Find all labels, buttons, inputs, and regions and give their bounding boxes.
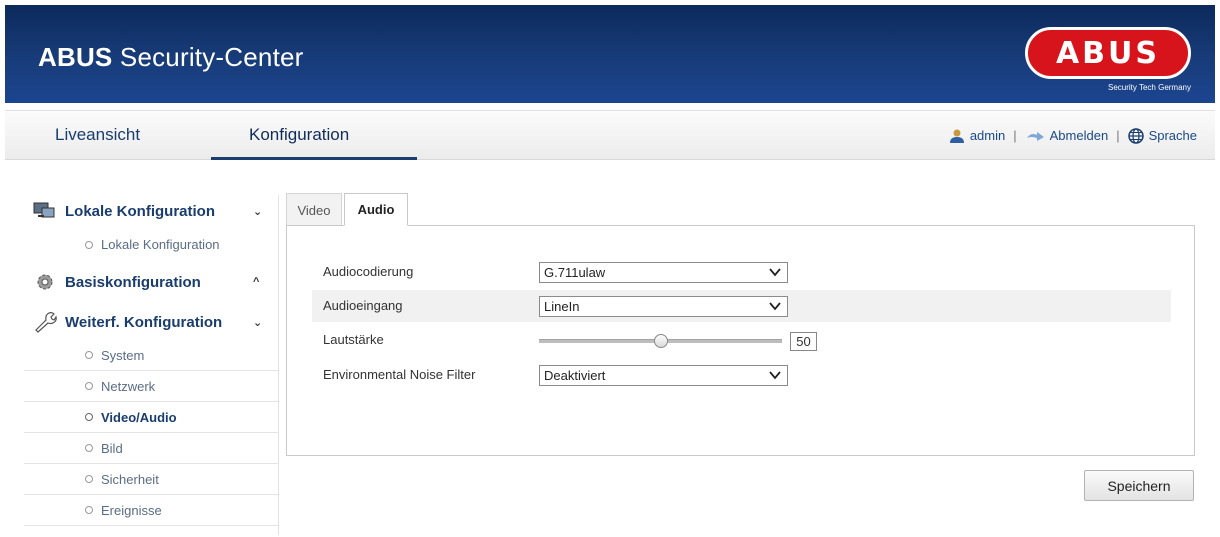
bullet-icon [85,382,93,390]
user-name: admin [969,128,1006,143]
audio-encoding-select[interactable]: G.711ulaw [539,262,788,283]
audio-input-select[interactable]: LineIn [539,296,788,317]
chevron-down-icon: ⌄ [253,316,263,329]
audio-input-label: Audioeingang [323,298,403,313]
chevron-down-icon [769,302,781,311]
user-link[interactable]: admin [949,128,1005,143]
globe-icon [1127,127,1144,144]
language-link[interactable]: Sprache [1127,127,1197,144]
logo-subtitle: Security Tech Germany [1108,83,1191,92]
wrench-icon [35,312,57,333]
bullet-icon [85,351,93,359]
logout-link[interactable]: Abmelden [1025,128,1109,143]
language-label: Sprache [1148,128,1197,143]
volume-slider-handle[interactable] [653,334,668,348]
sidebar-divider [278,195,279,535]
sidebar-item-label: Ereignisse [101,502,162,518]
volume-row: Lautstärke 50 [312,324,1171,356]
sidebar-item-label: Lokale Konfiguration [101,237,220,252]
noise-filter-row: Environmental Noise Filter Deaktiviert [312,359,1171,391]
sidebar-item-sicherheit[interactable]: Sicherheit [24,464,278,495]
sidebar-item-label: System [101,347,145,363]
sidebar-section-basiskonfiguration[interactable]: Basiskonfiguration ^ [24,272,274,292]
sidebar-section-lokale-konfiguration[interactable]: Lokale Konfiguration ⌄ [24,201,274,221]
app-title: ABUS Security-Center [38,42,304,72]
noise-filter-value: Deaktiviert [544,368,606,383]
audio-encoding-label: Audiocodierung [323,264,414,279]
tab-liveansicht[interactable]: Liveansicht [55,111,140,160]
user-menu: admin | Abmelden | Sprache [949,111,1197,160]
noise-filter-select[interactable]: Deaktiviert [539,365,788,386]
audio-input-value: LineIn [544,299,580,314]
sidebar-item-lokale-konfiguration[interactable]: Lokale Konfiguration [24,229,278,260]
abus-logo: ABUS Security Tech Germany [1025,27,1191,97]
audio-settings-panel: Audiocodierung G.711ulaw Audioeingang Li… [286,225,1195,456]
bullet-icon [85,475,93,483]
sidebar-item-netzwerk[interactable]: Netzwerk [24,371,278,402]
sidebar-item-label: Video/Audio [101,409,177,425]
sidebar-item-video-audio[interactable]: Video/Audio [24,402,278,433]
tab-konfiguration[interactable]: Konfiguration [211,111,417,160]
audio-encoding-value: G.711ulaw [544,265,606,280]
bullet-icon [85,444,93,452]
monitor-icon [33,202,55,218]
app-header: ABUS Security-Center ABUS Security Tech … [5,5,1215,103]
audio-encoding-row: Audiocodierung G.711ulaw [312,256,1171,288]
tab-video[interactable]: Video [286,193,342,226]
chevron-down-icon [769,268,781,277]
logout-label: Abmelden [1049,128,1109,143]
volume-slider[interactable] [539,334,782,348]
chevron-up-icon: ^ [253,276,260,288]
logo-oval: ABUS [1025,27,1191,79]
chevron-down-icon [769,371,781,380]
nav-separator: | [1013,128,1017,143]
user-icon [949,129,964,143]
sidebar-item-label: Sicherheit [101,471,159,487]
sidebar-item-bild[interactable]: Bild [24,433,278,464]
gear-icon [37,274,53,290]
sidebar-item-system[interactable]: System [24,340,278,371]
chevron-down-icon: ⌄ [253,205,263,218]
volume-value[interactable]: 50 [790,332,817,351]
sidebar-item-ereignisse[interactable]: Ereignisse [24,495,278,526]
tab-audio[interactable]: Audio [344,193,408,226]
top-navigation: Liveansicht Konfiguration admin | Abmeld… [5,110,1215,160]
nav-separator: | [1116,128,1120,143]
noise-filter-label: Environmental Noise Filter [323,367,476,382]
volume-label: Lautstärke [323,332,384,347]
sidebar-section-label: Weiterf. Konfiguration [65,313,223,331]
logout-icon [1026,131,1044,141]
tab-konfiguration-label: Konfiguration [249,125,350,144]
bullet-icon [85,240,93,249]
bullet-icon [85,506,93,514]
bullet-icon [85,413,93,421]
sidebar-item-label: Netzwerk [101,378,156,394]
sidebar-section-label: Lokale Konfiguration [65,202,215,220]
sidebar-item-label: Bild [101,440,123,456]
audio-input-row: Audioeingang LineIn [312,290,1171,322]
logo-text: ABUS [1055,35,1161,71]
save-button[interactable]: Speichern [1084,470,1194,501]
sidebar-section-weiterf-konfiguration[interactable]: Weiterf. Konfiguration ⌄ [24,311,274,333]
sidebar-section-label: Basiskonfiguration [65,273,201,291]
